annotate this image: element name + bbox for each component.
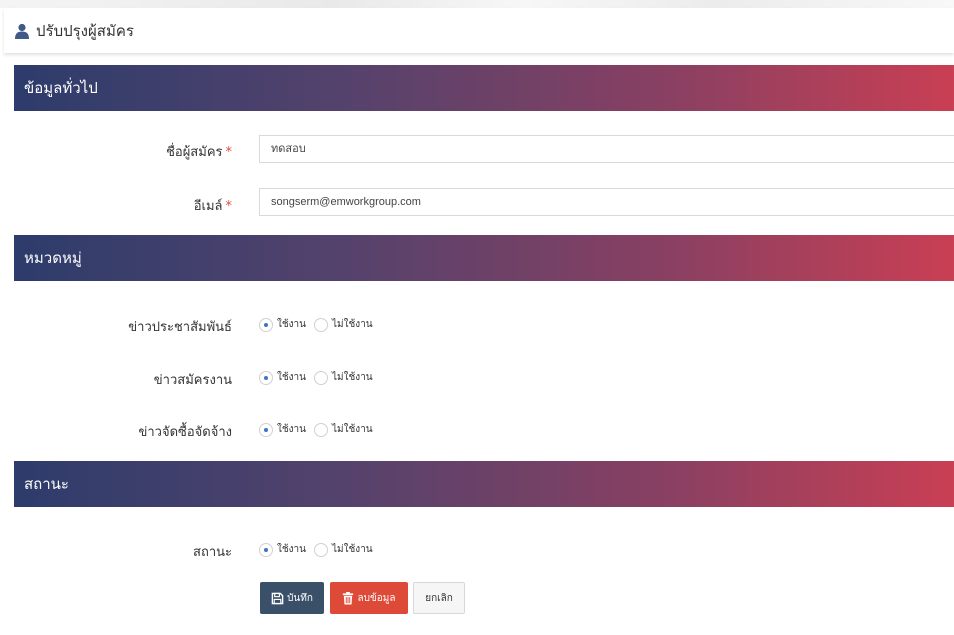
radio-unselected-icon: [314, 317, 329, 332]
save-button[interactable]: บันทึก: [260, 582, 324, 614]
category-radio-group-pr: ใช้งาน ไม่ใช้งาน: [259, 317, 381, 332]
page-title: ปรับปรุงผู้สมัคร: [36, 21, 134, 40]
radio-label: ใช้งาน: [277, 544, 307, 555]
category-label-pr: ข่าวประชาสัมพันธ์: [128, 320, 232, 335]
section-title-category: หมวดหมู่: [24, 249, 82, 267]
cancel-button[interactable]: ยกเลิก: [413, 582, 465, 614]
radio-disabled[interactable]: ไม่ใช้งาน: [314, 317, 373, 332]
section-header-category: หมวดหมู่: [14, 235, 954, 281]
status-label: สถานะ: [193, 545, 232, 560]
radio-enabled[interactable]: ใช้งาน: [259, 542, 306, 557]
email-label: อีเมล์ *: [60, 195, 232, 216]
radio-selected-icon: [259, 542, 273, 557]
email-label-text: อีเมล์: [193, 199, 223, 214]
name-label-text: ชื่อผู้สมัคร: [166, 145, 223, 160]
radio-disabled[interactable]: ไม่ใช้งาน: [314, 422, 373, 437]
radio-label: ไม่ใช้งาน: [332, 372, 373, 383]
name-field[interactable]: ทดสอบ: [259, 135, 954, 163]
email-field[interactable]: songserm@emworkgroup.com: [259, 188, 954, 216]
trash-icon: [343, 591, 354, 605]
radio-unselected-icon: [314, 422, 329, 437]
radio-selected-icon: [259, 422, 273, 437]
radio-label: ใช้งาน: [277, 424, 307, 435]
name-label: ชื่อผู้สมัคร *: [60, 141, 232, 162]
status-radio-group: ใช้งาน ไม่ใช้งาน: [259, 542, 381, 557]
top-strip: [0, 0, 954, 8]
required-mark: *: [225, 145, 233, 160]
radio-selected-icon: [259, 317, 273, 332]
radio-label: ใช้งาน: [277, 319, 307, 330]
radio-disabled[interactable]: ไม่ใช้งาน: [314, 542, 373, 557]
radio-enabled[interactable]: ใช้งาน: [259, 422, 306, 437]
radio-unselected-icon: [314, 370, 329, 385]
radio-enabled[interactable]: ใช้งาน: [259, 317, 306, 332]
radio-label: ใช้งาน: [277, 372, 307, 383]
delete-button-label: ลบข้อมูล: [357, 592, 396, 604]
section-header-status: สถานะ: [14, 461, 954, 507]
radio-enabled[interactable]: ใช้งาน: [259, 370, 306, 385]
radio-label: ไม่ใช้งาน: [332, 319, 373, 330]
section-title-status: สถานะ: [24, 475, 69, 493]
section-header-general: ข้อมูลทั่วไป: [14, 65, 954, 111]
radio-selected-icon: [259, 370, 273, 385]
user-icon: [15, 23, 29, 39]
category-label-jobs: ข่าวสมัครงาน: [153, 373, 232, 388]
category-radio-group-procurement: ใช้งาน ไม่ใช้งาน: [259, 422, 381, 437]
save-button-label: บันทึก: [287, 592, 313, 604]
page-title-bar: ปรับปรุงผู้สมัคร: [4, 8, 954, 53]
radio-label: ไม่ใช้งาน: [332, 424, 373, 435]
category-label-procurement: ข่าวจัดซื้อจัดจ้าง: [138, 425, 232, 440]
delete-button[interactable]: ลบข้อมูล: [330, 582, 408, 614]
section-title-general: ข้อมูลทั่วไป: [24, 79, 98, 97]
floppy-disk-icon: [271, 592, 284, 604]
radio-disabled[interactable]: ไม่ใช้งาน: [314, 370, 373, 385]
radio-label: ไม่ใช้งาน: [332, 544, 373, 555]
radio-unselected-icon: [314, 542, 329, 557]
required-mark: *: [225, 199, 233, 214]
category-radio-group-jobs: ใช้งาน ไม่ใช้งาน: [259, 370, 381, 385]
